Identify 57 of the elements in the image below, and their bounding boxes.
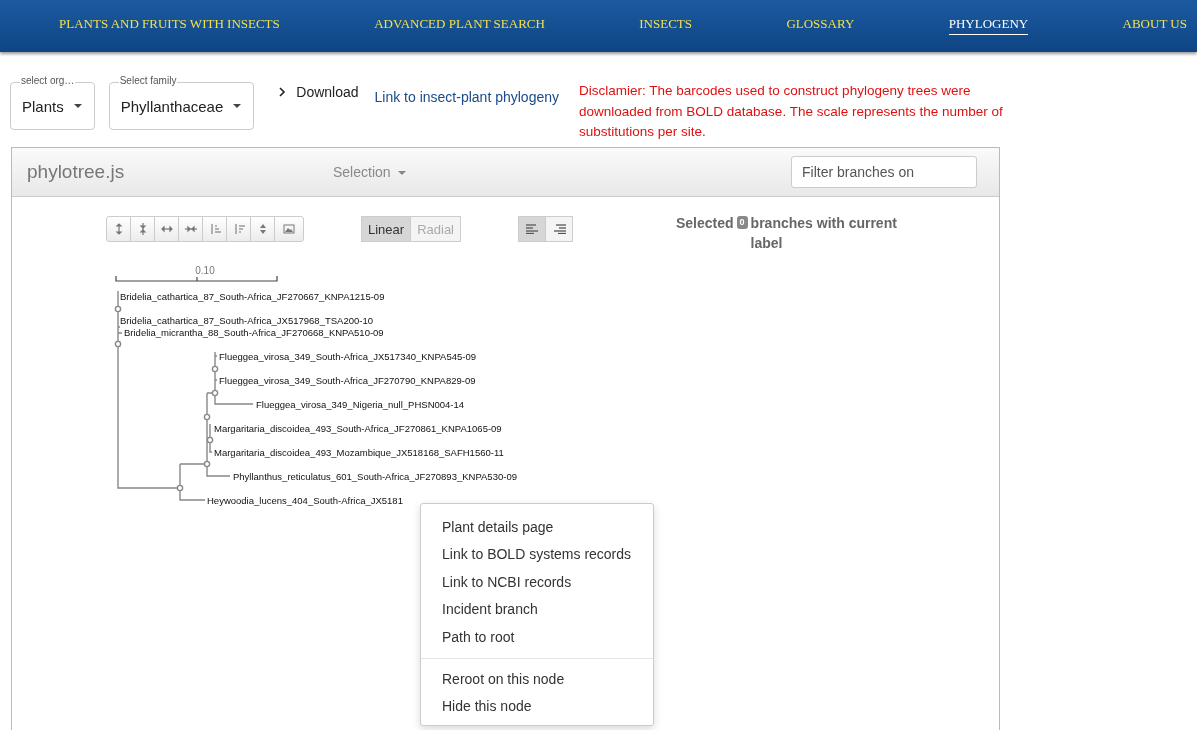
menu-item[interactable]: Link to NCBI records <box>421 568 653 597</box>
align-right-icon <box>552 224 566 234</box>
nav-link[interactable]: PLANTS AND FRUITS WITH INSECTS <box>59 14 280 34</box>
leaf-label[interactable]: Bridelia_cathartica_87_South-Africa_JF270667_KNPA1215-09 <box>120 291 385 302</box>
select-value: Phyllanthaceae <box>120 97 224 115</box>
select-label: select org… <box>20 75 76 87</box>
align-right-button[interactable] <box>545 216 573 242</box>
caret-icon <box>233 104 242 108</box>
scale-label: 0.10 <box>195 265 215 276</box>
phylogeny-link[interactable]: Link to insect-plant phylogeny <box>374 89 559 105</box>
chevron-icon[interactable] <box>278 87 287 97</box>
caret-icon <box>73 104 82 108</box>
selection-summary: branches with current label <box>750 214 898 253</box>
menu-item[interactable]: Path to root <box>421 623 653 652</box>
menu-item[interactable]: Hide this node <box>421 693 653 721</box>
leaf-label[interactable]: Flueggea_virosa_349_Nigeria_null_PHSN004-14 <box>256 399 465 410</box>
compress-vertical-button[interactable] <box>130 216 155 242</box>
select-label: Select family <box>118 75 178 87</box>
menu-item[interactable]: Link to BOLD systems records <box>421 541 653 569</box>
image-button[interactable] <box>274 216 304 242</box>
disclaimer-text: Disclamier: The barcodes used to construct phylogeny trees were downloaded from BOLD database. The scale represents the number of substitutions per site. <box>579 82 1004 141</box>
up-down-button[interactable] <box>250 216 275 242</box>
leaf-label[interactable]: Margaritaria_discoidea_493_South-Africa_JF270861_KNPA1065-09 <box>214 423 502 434</box>
align-left-icon <box>525 224 539 234</box>
filter-field[interactable]: Filter branches on <box>791 156 977 188</box>
sort-descending-icon <box>232 223 245 235</box>
leaf-label[interactable]: Phyllanthus_reticulatus_601_South-Africa_JF270893_KNPA530-09 <box>233 471 517 482</box>
expand-horizontal-icon <box>160 223 173 235</box>
leaf-label[interactable]: Bridelia_micrantha_88_South-Africa_JF270668_KNPA510-09 <box>124 327 384 338</box>
nav-link[interactable]: ABOUT US <box>1122 14 1187 34</box>
compress-horizontal-button[interactable] <box>178 216 203 242</box>
menu-item[interactable]: Incident branch <box>421 596 653 624</box>
nav-link[interactable]: PHYLOGENY <box>948 13 1029 35</box>
sort-ascending-button[interactable] <box>202 216 227 242</box>
menu-item[interactable]: Reroot on this node <box>421 666 653 694</box>
compress-horizontal-icon <box>184 223 197 235</box>
nav-link[interactable]: INSECTS <box>639 14 692 34</box>
nav-link[interactable]: GLOSSARY <box>786 14 855 34</box>
panel-title: phylotree.js <box>27 161 126 183</box>
select-value: Plants <box>22 97 64 115</box>
sort-ascending-icon <box>208 223 221 235</box>
nav-link[interactable]: ADVANCED PLANT SEARCH <box>374 14 545 34</box>
layout-toggle[interactable]: Linear <box>361 216 412 242</box>
selection-summary: Selected <box>676 215 734 231</box>
image-icon <box>283 223 295 235</box>
align-left-button[interactable] <box>518 216 546 242</box>
expand-vertical-button[interactable] <box>106 216 131 242</box>
download-link[interactable]: Download <box>296 84 359 100</box>
leaf-label[interactable]: Heywoodia_lucens_404_South-Africa_JX5181 <box>207 495 403 506</box>
menu-item[interactable]: Plant details page <box>421 514 653 542</box>
leaf-label[interactable]: Margaritaria_discoidea_493_Mozambique_JX518168_SAFH1560-11 <box>214 447 504 458</box>
count-badge: 0 <box>736 216 748 229</box>
leaf-label[interactable]: Bridelia_cathartica_87_South-Africa_JX517968_TSA200-10 <box>120 315 373 326</box>
leaf-label[interactable]: Flueggea_virosa_349_South-Africa_JF270790_KNPA829-09 <box>219 375 476 386</box>
expand-horizontal-button[interactable] <box>154 216 179 242</box>
sort-descending-button[interactable] <box>226 216 251 242</box>
leaf-label[interactable]: Flueggea_virosa_349_South-Africa_JX517340_KNPA545-09 <box>219 351 477 362</box>
